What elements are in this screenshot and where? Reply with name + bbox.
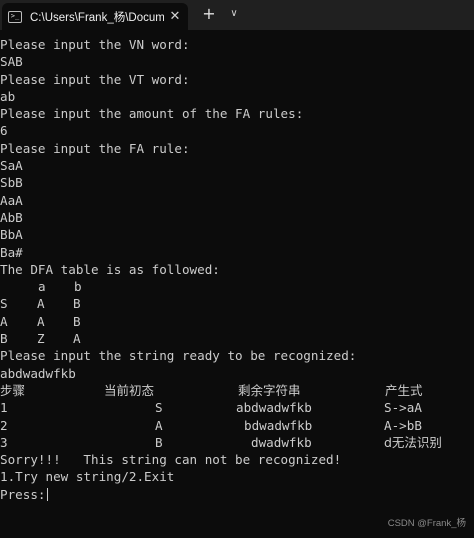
input-prompt[interactable]: Press: (0, 486, 474, 503)
tab-title: C:\Users\Frank_杨\Documents (30, 11, 164, 24)
trace-header-state: 当前初态 (104, 382, 155, 398)
trace-header-step: 步骤 (0, 382, 26, 398)
close-tab-icon[interactable]: ✕ (168, 9, 182, 24)
dfa-cell-a: A (37, 313, 45, 329)
console-line: Please input the string ready to be reco… (0, 348, 357, 364)
trace-step: 3 (0, 434, 8, 450)
dfa-table-row: S A B (0, 295, 474, 312)
trace-rest: bdwadwfkb (244, 417, 313, 433)
dfa-state: S (0, 296, 8, 312)
dfa-cell-b: B (73, 313, 81, 329)
trace-rest: abdwadwfkb (236, 400, 312, 416)
console-line: SbB (0, 175, 23, 191)
new-tab-button[interactable]: + (201, 5, 217, 23)
dfa-state: A (0, 313, 8, 329)
dfa-cell-a: A (37, 296, 45, 312)
dfa-header-b: b (74, 279, 82, 295)
watermark: CSDN @Frank_杨 (387, 518, 466, 529)
terminal-tab[interactable]: >_ C:\Users\Frank_杨\Documents ✕ (2, 3, 188, 30)
title-bar: >_ C:\Users\Frank_杨\Documents ✕ + ∨ (0, 0, 474, 30)
console-line: AaA (0, 192, 23, 208)
trace-step: 1 (0, 400, 8, 416)
dfa-table-header: a b (0, 278, 474, 295)
menu-options: 1.Try new string/2.Exit (0, 469, 175, 485)
console-line: SaA (0, 158, 23, 174)
console-line: Please input the FA rule: (0, 140, 190, 156)
trace-rule: A->bB (384, 417, 422, 433)
trace-rule: d无法识别 (384, 434, 442, 450)
trace-header-rest: 剩余字符串 (238, 382, 301, 398)
trace-header-rule: 产生式 (385, 382, 423, 398)
console-line: AbB (0, 209, 23, 225)
trace-state: A (155, 417, 163, 433)
dfa-table-row: B Z A (0, 330, 474, 347)
console-line: BbA (0, 227, 23, 243)
dfa-cell-a: Z (37, 331, 45, 347)
console-line: Please input the VN word: (0, 37, 190, 52)
trace-state: B (155, 434, 163, 450)
trace-rest: dwadwfkb (251, 434, 312, 450)
text-cursor (46, 487, 48, 501)
trace-row: 1 S abdwadwfkb S->aA (0, 399, 474, 416)
input-string: abdwadwfkb (0, 365, 76, 381)
dfa-table-row: A A B (0, 313, 474, 330)
dfa-state: B (0, 331, 8, 347)
console-line: SAB (0, 54, 23, 70)
console-line: Please input the amount of the FA rules: (0, 106, 304, 122)
console-line: 6 (0, 123, 8, 139)
dfa-cell-b: B (73, 296, 81, 312)
trace-table-header: 步骤 当前初态 剩余字符串 产生式 (0, 382, 474, 399)
console-line: The DFA table is as followed: (0, 261, 220, 277)
console-line: Please input the VT word: (0, 71, 190, 87)
result-message: Sorry!!! This string can not be recogniz… (0, 452, 342, 468)
terminal-icon: >_ (8, 10, 22, 23)
trace-state: S (155, 400, 163, 416)
trace-rule: S->aA (384, 400, 422, 416)
dfa-cell-b: A (73, 331, 81, 347)
trace-row: 3 B dwadwfkb d无法识别 (0, 434, 474, 451)
console-line: Ba# (0, 244, 23, 260)
trace-row: 2 A bdwadwfkb A->bB (0, 417, 474, 434)
console-line: ab (0, 88, 16, 104)
console-output[interactable]: Please input the VN word: SAB Please inp… (0, 36, 474, 535)
chevron-down-icon[interactable]: ∨ (227, 5, 241, 23)
trace-step: 2 (0, 417, 8, 433)
dfa-header-a: a (38, 279, 46, 295)
